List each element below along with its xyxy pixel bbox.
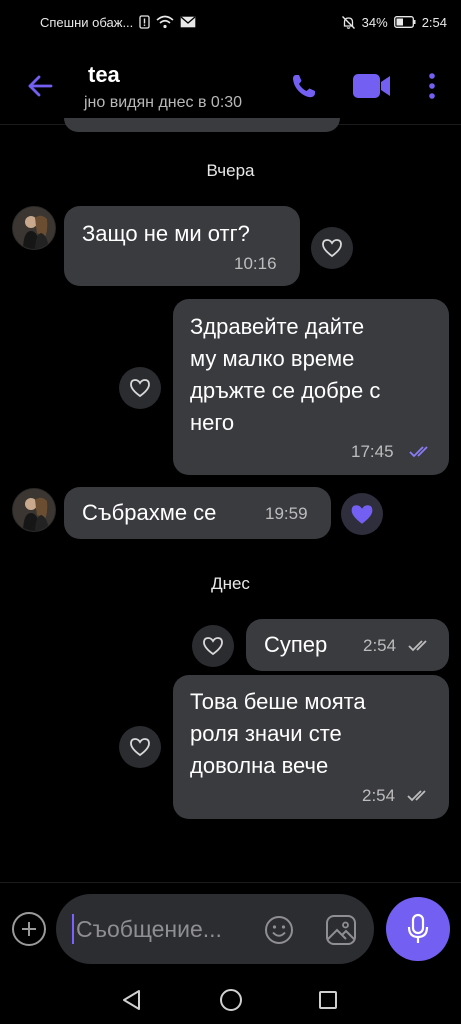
arrow-left-icon: [28, 75, 53, 97]
emoji-button[interactable]: [262, 913, 296, 947]
like-button-active[interactable]: [341, 493, 383, 535]
message-time: 19:59: [265, 504, 308, 523]
message-time: 2:54: [363, 636, 397, 655]
back-button[interactable]: [22, 68, 58, 104]
system-nav-bar: [0, 974, 461, 1024]
triangle-back-icon: [123, 990, 140, 1010]
image-icon: [326, 915, 356, 945]
date-separator: Днес: [211, 574, 250, 593]
delivered-checkmarks-icon: [408, 640, 427, 652]
heart-icon: [203, 637, 223, 656]
more-options-button[interactable]: [418, 66, 446, 106]
message-text: Това беше моята роля значи сте доволна в…: [190, 686, 366, 782]
clock: 2:54: [421, 14, 447, 30]
contact-avatar[interactable]: [12, 488, 56, 532]
like-button[interactable]: [119, 726, 161, 768]
sim-icon: [139, 15, 150, 29]
mail-icon: [180, 16, 196, 28]
message-time: 10:16: [234, 254, 277, 273]
message-bubble-incoming[interactable]: Защо не ми отг? 10:16: [64, 206, 300, 286]
nav-back-button[interactable]: [118, 986, 146, 1014]
heart-icon: [322, 239, 342, 258]
read-checkmarks-icon: [409, 446, 428, 458]
chat-header: tea јно видян днес в 0:30: [0, 44, 461, 124]
voice-message-button[interactable]: [386, 897, 450, 961]
attach-button[interactable]: [12, 912, 46, 946]
message-text: Защо не ми отг?: [82, 221, 250, 246]
status-bar: Спешни обаж... 34% 2:54: [0, 0, 461, 44]
message-line: му малко време: [190, 346, 355, 371]
message-line: дръжте се добре с: [190, 378, 381, 403]
battery-percent: 34%: [361, 14, 388, 30]
delivered-checkmarks-icon: [407, 790, 426, 802]
video-call-button[interactable]: [350, 68, 394, 104]
message-time: 17:45: [351, 442, 394, 461]
mute-bell-icon: [341, 15, 356, 30]
message-line: Здравейте дайте: [190, 314, 365, 339]
like-button[interactable]: [311, 227, 353, 269]
message-line: доволна вече: [190, 753, 329, 778]
carrier-text: Спешни обаж...: [40, 14, 134, 30]
message-bubble-outgoing[interactable]: Супер 2:54: [246, 619, 449, 671]
gallery-button[interactable]: [323, 912, 359, 948]
message-text: Здравейте дайте му малко време дръжте се…: [190, 311, 380, 439]
status-left: Спешни обаж...: [40, 15, 196, 30]
nav-home-button[interactable]: [217, 986, 245, 1014]
video-camera-icon: [353, 74, 390, 98]
date-separator: Вчера: [206, 161, 255, 180]
message-input[interactable]: [76, 909, 256, 949]
message-bubble-outgoing[interactable]: Това беше моята роля значи сте доволна в…: [173, 675, 449, 819]
message-line: Това беше моята: [190, 689, 366, 714]
heart-icon: [130, 379, 150, 398]
like-button[interactable]: [192, 625, 234, 667]
microphone-icon: [407, 913, 429, 943]
phone-icon: [293, 75, 315, 98]
call-button[interactable]: [284, 66, 324, 106]
contact-avatar[interactable]: [12, 206, 56, 250]
message-line: него: [190, 410, 235, 435]
message-text: Супер: [264, 632, 328, 657]
message-time: 2:54: [362, 786, 396, 805]
message-bubble-outgoing[interactable]: Здравейте дайте му малко време дръжте се…: [173, 299, 449, 475]
wifi-icon: [156, 15, 174, 29]
message-text: Събрахме се: [82, 500, 217, 525]
last-seen-status: јно видян днес в 0:30: [84, 94, 243, 111]
smiley-icon: [265, 916, 293, 944]
message-composer: [56, 894, 374, 964]
nav-recents-button[interactable]: [314, 986, 342, 1014]
message-bubble-incoming[interactable]: Събрахме се 19:59: [64, 487, 331, 539]
text-cursor: [72, 914, 74, 944]
status-right: 34% 2:54: [341, 15, 447, 30]
battery-icon: [393, 16, 416, 28]
composer-divider: [0, 882, 461, 883]
square-recents-icon: [319, 991, 337, 1009]
like-button[interactable]: [119, 367, 161, 409]
heart-icon: [130, 738, 150, 757]
plus-icon: [22, 922, 36, 936]
previous-message-bubble: [64, 118, 340, 132]
message-line: роля значи сте: [190, 721, 342, 746]
contact-name[interactable]: tea: [88, 62, 120, 88]
heart-filled-icon: [351, 504, 373, 524]
more-vertical-icon: [429, 73, 435, 99]
circle-home-icon: [220, 989, 242, 1011]
